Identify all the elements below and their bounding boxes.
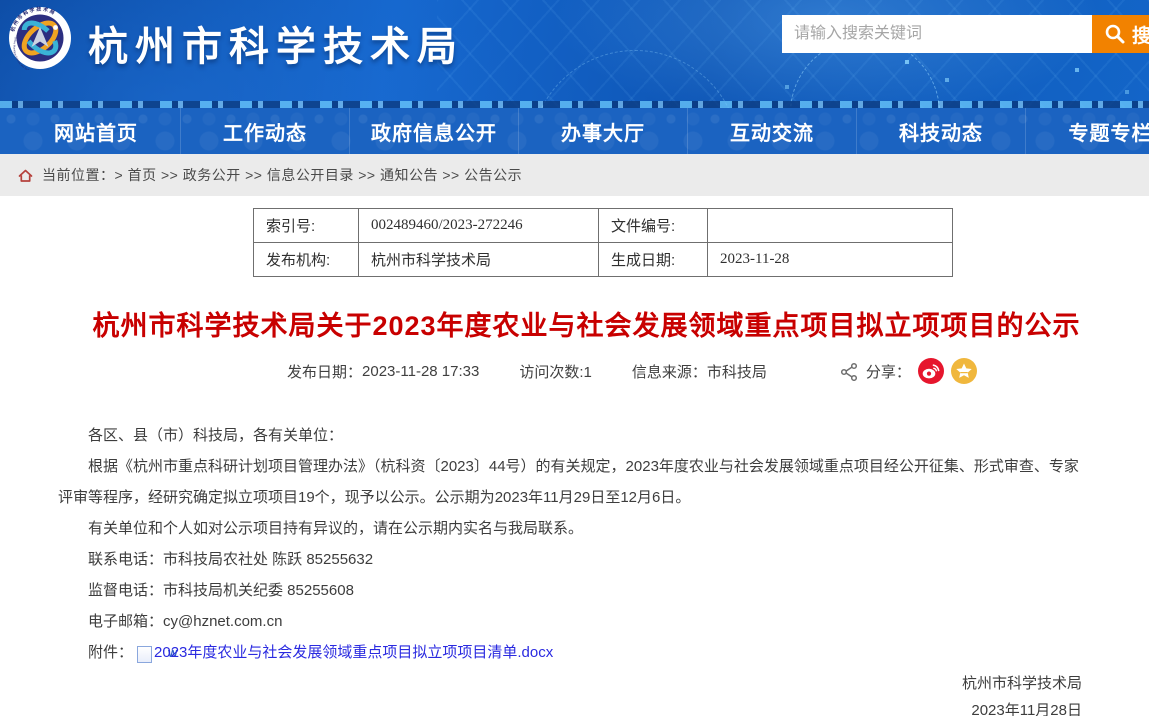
- paragraph: 各区、县（市）科技局，各有关单位：: [58, 420, 1092, 451]
- paragraph: 有关单位和个人如对公示项目持有异议的，请在公示期内实名与我局联系。: [58, 513, 1092, 544]
- qzone-share-icon[interactable]: [951, 358, 977, 384]
- article-body: 各区、县（市）科技局，各有关单位： 根据《杭州市重点科研计划项目管理办法》（杭科…: [58, 420, 1092, 716]
- paragraph-contact-phone: 联系电话：市科技局农社处 陈跃 85255632: [58, 544, 1092, 575]
- publish-date-label: 发布日期：: [287, 361, 362, 382]
- nav-item-tech-news[interactable]: 科技动态: [857, 108, 1026, 154]
- index-number-value: 002489460/2023-272246: [359, 209, 599, 243]
- search-button[interactable]: 搜索: [1092, 15, 1149, 53]
- file-number-label: 文件编号:: [599, 209, 708, 243]
- word-doc-icon: W: [137, 646, 152, 663]
- header-tech-strip: [0, 101, 1149, 108]
- nav-item-special-topics[interactable]: 专题专栏: [1026, 108, 1149, 154]
- paragraph-supervise-phone: 监督电话：市科技局机关纪委 85255608: [58, 575, 1092, 606]
- publisher-label: 发布机构:: [254, 243, 359, 277]
- breadcrumb-path[interactable]: 当前位置：> 首页 >> 政务公开 >> 信息公开目录 >> 通知公告 >> 公…: [42, 165, 522, 185]
- signature-org: 杭州市科学技术局: [58, 670, 1082, 697]
- article-meta: 发布日期： 2023-11-28 17:33 访问次数:1 信息来源： 市科技局…: [287, 358, 1149, 384]
- paragraph: 根据《杭州市重点科研计划项目管理办法》（杭科资〔2023〕44号）的有关规定，2…: [58, 451, 1092, 513]
- site-title: 杭州市科学技术局: [88, 14, 464, 72]
- nav-item-service-hall[interactable]: 办事大厅: [519, 108, 688, 154]
- attachment-link[interactable]: 2023年度农业与社会发展领域重点项目拟立项项目清单.docx: [154, 644, 553, 661]
- search-icon: [1104, 23, 1126, 45]
- source-value: 市科技局: [707, 361, 767, 382]
- page: 杭州市科学技术局 Hangzhou Municipal Science and …: [0, 0, 1149, 716]
- search-button-label: 搜索: [1132, 21, 1149, 48]
- generate-date-label: 生成日期:: [599, 243, 708, 277]
- publisher-value: 杭州市科学技术局: [359, 243, 599, 277]
- breadcrumb: 当前位置：> 首页 >> 政务公开 >> 信息公开目录 >> 通知公告 >> 公…: [0, 154, 1149, 196]
- nav-item-work-news[interactable]: 工作动态: [181, 108, 350, 154]
- attachment-row: 附件：W2023年度农业与社会发展领域重点项目拟立项项目清单.docx: [58, 637, 1092, 668]
- article-title: 杭州市科学技术局关于2023年度农业与社会发展领域重点项目拟立项项目的公示: [0, 304, 1149, 343]
- nav-item-interaction[interactable]: 互动交流: [688, 108, 857, 154]
- header-dots-decoration: [905, 60, 909, 64]
- share-group: 分享：: [840, 358, 977, 384]
- signature-date: 2023年11月28日: [58, 697, 1082, 716]
- table-row: 索引号: 002489460/2023-272246 文件编号:: [254, 209, 953, 243]
- file-number-value: [708, 209, 953, 243]
- search-input[interactable]: [782, 15, 1092, 53]
- share-label: 分享：: [866, 361, 911, 382]
- nav-item-gov-info[interactable]: 政府信息公开: [350, 108, 519, 154]
- generate-date-value: 2023-11-28: [708, 243, 953, 277]
- bureau-logo-icon: 杭州市科学技术局 Hangzhou Municipal Science and …: [8, 6, 72, 70]
- publish-date-value: 2023-11-28 17:33: [362, 363, 479, 380]
- main-nav: 网站首页 工作动态 政府信息公开 办事大厅 互动交流 科技动态 专题专栏: [0, 108, 1149, 154]
- attachment-label: 附件：: [88, 644, 133, 661]
- nav-item-home[interactable]: 网站首页: [12, 108, 181, 154]
- weibo-share-icon[interactable]: [918, 358, 944, 384]
- site-header: 杭州市科学技术局 Hangzhou Municipal Science and …: [0, 0, 1149, 108]
- paragraph-email: 电子邮箱：cy@hznet.com.cn: [58, 606, 1092, 637]
- home-icon: [18, 168, 33, 183]
- index-number-label: 索引号:: [254, 209, 359, 243]
- table-row: 发布机构: 杭州市科学技术局 生成日期: 2023-11-28: [254, 243, 953, 277]
- document-meta-table: 索引号: 002489460/2023-272246 文件编号: 发布机构: 杭…: [253, 208, 953, 277]
- source-label: 信息来源：: [632, 361, 707, 382]
- header-arc-decoration: [530, 50, 740, 108]
- signature-block: 杭州市科学技术局 2023年11月28日: [58, 670, 1092, 716]
- visit-count: 访问次数:1: [519, 361, 592, 382]
- share-icon: [840, 362, 859, 381]
